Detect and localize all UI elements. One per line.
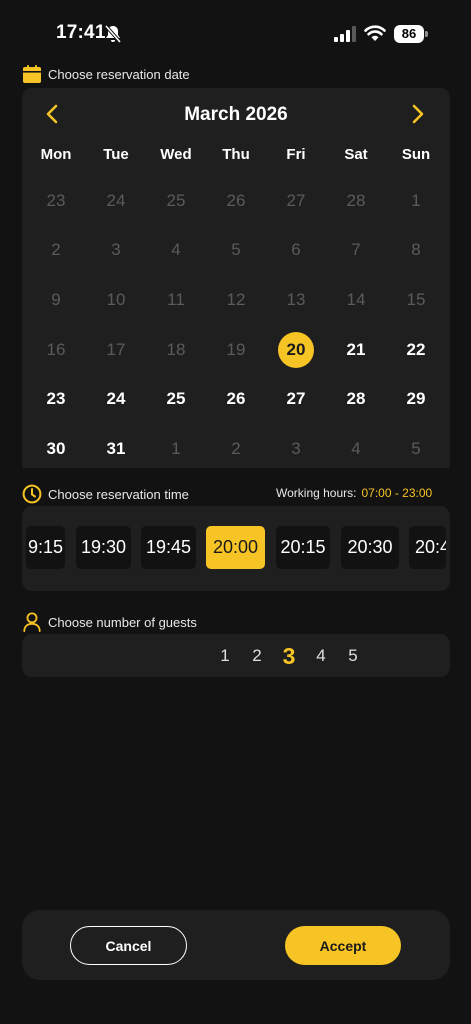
calendar-day-selected[interactable]: 20 <box>266 325 326 375</box>
calendar: March 2026 Mon Tue Wed Thu Fri Sat Sun 2… <box>22 88 450 468</box>
time-slot[interactable]: 20:30 <box>341 526 399 569</box>
calendar-day: 9 <box>51 289 61 309</box>
clock-icon <box>22 484 42 504</box>
time-section-header: Choose reservation time <box>22 483 189 505</box>
guest-option[interactable]: 4 <box>311 634 331 677</box>
calendar-day[interactable]: 23 <box>26 374 86 424</box>
time-slot[interactable]: 20:15 <box>276 526 330 569</box>
calendar-day[interactable]: 26 <box>206 374 266 424</box>
time-slot[interactable]: 9:15 <box>26 526 65 569</box>
signal-icon <box>334 26 356 42</box>
guest-option[interactable]: 5 <box>343 634 363 677</box>
weekday-label: Fri <box>286 146 306 163</box>
calendar-day: 14 <box>346 289 366 309</box>
time-section-label: Choose reservation time <box>48 486 189 502</box>
accept-button[interactable]: Accept <box>285 926 401 965</box>
calendar-day: 7 <box>351 240 361 260</box>
calendar-day: 8 <box>411 240 421 260</box>
calendar-day: 18 <box>166 339 186 359</box>
wifi-icon <box>364 25 386 41</box>
calendar-day: 24 <box>106 190 126 210</box>
calendar-day[interactable]: 30 <box>26 424 86 474</box>
calendar-day: 17 <box>106 339 126 359</box>
cancel-button[interactable]: Cancel <box>70 926 187 965</box>
guest-picker[interactable]: 1 2 3 4 5 <box>22 634 450 677</box>
calendar-day[interactable]: 31 <box>86 424 146 474</box>
calendar-day: 2 <box>231 438 241 458</box>
time-slot[interactable]: 20:45 <box>409 526 446 569</box>
chevron-right-icon[interactable] <box>408 102 428 126</box>
calendar-day: 5 <box>411 438 421 458</box>
weekday-label: Tue <box>103 146 129 163</box>
weekday-label: Wed <box>160 146 192 163</box>
calendar-day[interactable]: 27 <box>266 374 326 424</box>
battery-icon: 86 <box>394 25 428 43</box>
calendar-day[interactable]: 29 <box>386 374 446 424</box>
calendar-day: 12 <box>226 289 246 309</box>
calendar-day[interactable]: 24 <box>86 374 146 424</box>
calendar-day: 11 <box>167 289 185 309</box>
status-bar: 17:41 86 <box>0 0 471 60</box>
calendar-icon <box>23 65 41 83</box>
calendar-day: 2 <box>51 240 61 260</box>
weekday-label: Sat <box>344 146 368 163</box>
calendar-day: 15 <box>406 289 426 309</box>
working-hours-label: Working hours: <box>276 486 357 500</box>
working-hours: Working hours: 07:00 - 23:00 <box>276 486 432 500</box>
battery-level: 86 <box>394 25 424 43</box>
calendar-day: 5 <box>231 240 241 260</box>
weekday-label: Sun <box>401 146 431 163</box>
weekday-label: Thu <box>222 146 250 163</box>
bell-slash-icon <box>104 24 122 44</box>
calendar-day: 13 <box>286 289 306 309</box>
calendar-day: 10 <box>106 289 126 309</box>
calendar-day: 4 <box>351 438 361 458</box>
time-slot[interactable]: 19:30 <box>76 526 131 569</box>
weekday-label: Mon <box>40 146 72 163</box>
calendar-day[interactable]: 28 <box>326 374 386 424</box>
calendar-day: 16 <box>46 339 66 359</box>
calendar-day: 1 <box>171 438 181 458</box>
calendar-day: 1 <box>411 190 421 210</box>
user-icon <box>23 612 41 632</box>
weekday-header: Mon Tue Wed Thu Fri Sat Sun <box>26 146 446 163</box>
calendar-day: 3 <box>111 240 121 260</box>
calendar-day[interactable]: 25 <box>146 374 206 424</box>
action-bar: Cancel Accept <box>22 910 450 980</box>
calendar-days: 23 24 25 26 27 28 1 2 3 4 5 6 7 8 9 10 1… <box>26 176 446 474</box>
status-time: 17:41 <box>56 22 106 43</box>
date-section-label: Choose reservation date <box>48 66 190 82</box>
calendar-day: 3 <box>291 438 301 458</box>
calendar-day: 26 <box>226 190 246 210</box>
calendar-day[interactable]: 22 <box>386 325 446 375</box>
calendar-day: 6 <box>291 240 301 260</box>
calendar-day: 27 <box>286 190 306 210</box>
calendar-day: 23 <box>46 190 66 210</box>
guest-option-selected[interactable]: 3 <box>279 634 299 677</box>
working-hours-value: 07:00 - 23:00 <box>361 486 433 500</box>
guest-option[interactable]: 2 <box>247 634 267 677</box>
guests-section-header: Choose number of guests <box>22 611 197 633</box>
date-section-header: Choose reservation date <box>22 63 190 85</box>
time-slot-scroller[interactable]: 9:15 19:30 19:45 20:00 20:15 20:30 20:45 <box>22 506 450 591</box>
calendar-day: 28 <box>346 190 366 210</box>
guests-section-label: Choose number of guests <box>48 614 197 630</box>
time-slot-selected[interactable]: 20:00 <box>206 526 265 569</box>
calendar-month-title: March 2026 <box>184 104 288 125</box>
time-slot[interactable]: 19:45 <box>141 526 196 569</box>
calendar-day[interactable]: 21 <box>326 325 386 375</box>
guest-option[interactable]: 1 <box>215 634 235 677</box>
calendar-day: 4 <box>171 240 181 260</box>
calendar-day: 19 <box>226 339 246 359</box>
calendar-day: 25 <box>166 190 186 210</box>
